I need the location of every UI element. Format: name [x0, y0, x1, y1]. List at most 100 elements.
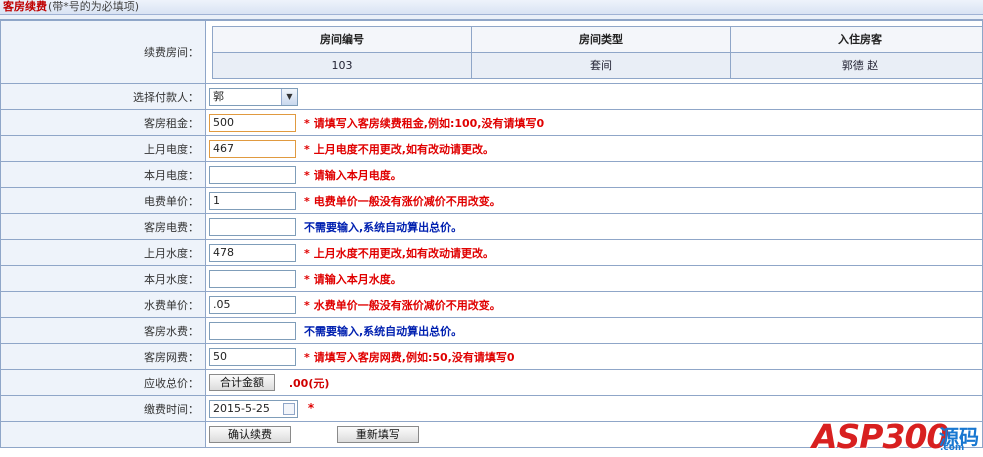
field-input[interactable] — [209, 217, 296, 236]
field-row: 客房电费： 不需要输入,系统自动算出总价。 — [0, 213, 983, 240]
field-hint: 不需要输入,系统自动算出总价。 — [304, 323, 462, 339]
calendar-icon[interactable] — [283, 402, 295, 415]
field-cell: 500 * 请填写入客房续费租金,例如:100,没有请填写0 — [205, 109, 983, 136]
date-label: 缴费时间： — [0, 395, 206, 422]
field-hint-text: 请填写入客房续费租金,例如:100,没有请填写0 — [313, 116, 545, 130]
total-cell: 合计金额 .00(元) — [205, 369, 983, 396]
watermark-domain: .com — [940, 443, 965, 453]
renewal-form: 续费房间： 房间编号 房间类型 入住房客 103 套间 郭德 赵 选择付款人： … — [0, 20, 983, 448]
total-amount: .00(元) — [288, 376, 330, 390]
field-row: 本月水度： * 请输入本月水度。 — [0, 265, 983, 292]
field-row: 电费单价： 1 * 电费单价一般没有涨价减价不用改变。 — [0, 187, 983, 214]
room-table-header: 房间编号 房间类型 入住房客 — [212, 25, 983, 53]
field-cell: 不需要输入,系统自动算出总价。 — [205, 213, 983, 240]
field-label: 水费单价： — [0, 291, 206, 318]
field-label: 客房电费： — [0, 213, 206, 240]
field-hint-text: 水费单价一般没有涨价减价不用改变。 — [313, 298, 501, 312]
field-row: 水费单价： .05 * 水费单价一般没有涨价减价不用改变。 — [0, 291, 983, 318]
field-input[interactable] — [209, 321, 296, 340]
payer-select[interactable]: 郭 ▼ — [209, 87, 298, 106]
field-row: 上月水度： 478 * 上月水度不用更改,如有改动请更改。 — [0, 239, 983, 266]
room-number: 103 — [212, 51, 472, 79]
confirm-renewal-button[interactable]: 确认续费 — [209, 426, 291, 443]
reset-form-button[interactable]: 重新填写 — [336, 426, 419, 443]
room-cell: 房间编号 房间类型 入住房客 103 套间 郭德 赵 — [205, 20, 983, 84]
field-label: 电费单价： — [0, 187, 206, 214]
payment-date-value: 2015-5-25 — [213, 401, 270, 415]
field-hint: * 请输入本月水度。 — [304, 271, 402, 287]
field-input[interactable]: 467 — [209, 139, 296, 158]
field-input[interactable] — [209, 165, 296, 184]
field-row: 客房网费： 50 * 请填写入客房网费,例如:50,没有请填写0 — [0, 343, 983, 370]
watermark-brand: ASP300 — [812, 417, 949, 456]
field-hint: 不需要输入,系统自动算出总价。 — [304, 219, 462, 235]
field-input[interactable]: 500 — [209, 113, 296, 132]
room-col-type: 房间类型 — [471, 25, 731, 53]
room-col-guest: 入住房客 — [730, 25, 983, 53]
form-title-bar: 客房续费 (带*号的为必填项) — [0, 0, 983, 15]
field-hint-text: 请填写入客房网费,例如:50,没有请填写0 — [313, 350, 515, 364]
form-required-note: (带*号的为必填项) — [48, 0, 140, 13]
form-title: 客房续费 — [3, 0, 47, 13]
field-row: 上月电度： 467 * 上月电度不用更改,如有改动请更改。 — [0, 135, 983, 162]
asp300-watermark-logo: ASP300 源码 .com — [812, 403, 983, 457]
payment-date-input[interactable]: 2015-5-25 — [209, 399, 298, 418]
field-cell: .05 * 水费单价一般没有涨价减价不用改变。 — [205, 291, 983, 318]
total-label: 应收总价： — [0, 369, 206, 396]
required-star: * — [307, 401, 315, 415]
field-cell: * 请输入本月电度。 — [205, 161, 983, 188]
field-cell: 50 * 请填写入客房网费,例如:50,没有请填写0 — [205, 343, 983, 370]
room-table-row: 103 套间 郭德 赵 — [212, 51, 983, 79]
required-star: * — [304, 116, 310, 130]
field-hint: * 上月水度不用更改,如有改动请更改。 — [304, 245, 494, 261]
field-hint: * 请填写入客房续费租金,例如:100,没有请填写0 — [304, 115, 544, 131]
room-type: 套间 — [471, 51, 731, 79]
field-hint: * 电费单价一般没有涨价减价不用改变。 — [304, 193, 501, 209]
field-label: 本月水度： — [0, 265, 206, 292]
field-label: 本月电度： — [0, 161, 206, 188]
field-input[interactable]: .05 — [209, 295, 296, 314]
required-star: * — [304, 246, 310, 260]
field-row: 本月电度： * 请输入本月电度。 — [0, 161, 983, 188]
field-hint-text: 电费单价一般没有涨价减价不用改变。 — [313, 194, 501, 208]
field-label: 上月水度： — [0, 239, 206, 266]
field-hint-text: 不需要输入,系统自动算出总价。 — [304, 220, 463, 234]
field-row: 客房租金： 500 * 请填写入客房续费租金,例如:100,没有请填写0 — [0, 109, 983, 136]
field-label: 客房网费： — [0, 343, 206, 370]
required-star: * — [304, 272, 310, 286]
field-cell: 467 * 上月电度不用更改,如有改动请更改。 — [205, 135, 983, 162]
field-hint: * 上月电度不用更改,如有改动请更改。 — [304, 141, 494, 157]
actions-label-cell — [0, 421, 206, 448]
required-star: * — [304, 298, 310, 312]
field-label: 上月电度： — [0, 135, 206, 162]
field-hint: * 请输入本月电度。 — [304, 167, 402, 183]
required-star: * — [304, 350, 310, 364]
room-table: 房间编号 房间类型 入住房客 103 套间 郭德 赵 — [212, 25, 983, 79]
field-cell: 1 * 电费单价一般没有涨价减价不用改变。 — [205, 187, 983, 214]
field-hint: * 水费单价一般没有涨价减价不用改变。 — [304, 297, 501, 313]
payer-select-value: 郭 — [213, 89, 224, 103]
field-hint-text: 上月电度不用更改,如有改动请更改。 — [313, 142, 494, 156]
field-hint-text: 上月水度不用更改,如有改动请更改。 — [313, 246, 494, 260]
room-col-number: 房间编号 — [212, 25, 472, 53]
field-input[interactable]: 50 — [209, 347, 296, 366]
field-hint-text: 请输入本月水度。 — [313, 272, 402, 286]
payer-label: 选择付款人： — [0, 83, 206, 110]
field-input[interactable]: 478 — [209, 243, 296, 262]
payer-cell: 郭 ▼ — [205, 83, 983, 110]
field-cell: 478 * 上月水度不用更改,如有改动请更改。 — [205, 239, 983, 266]
field-label: 客房租金： — [0, 109, 206, 136]
room-guest: 郭德 赵 — [730, 51, 983, 79]
field-cell: * 请输入本月水度。 — [205, 265, 983, 292]
field-hint-text: 请输入本月电度。 — [313, 168, 402, 182]
chevron-down-icon[interactable]: ▼ — [281, 88, 297, 105]
field-input[interactable] — [209, 269, 296, 288]
room-label: 续费房间： — [0, 20, 206, 84]
field-input[interactable]: 1 — [209, 191, 296, 210]
field-row: 客房水费： 不需要输入,系统自动算出总价。 — [0, 317, 983, 344]
calculate-total-button[interactable]: 合计金额 — [209, 374, 275, 391]
required-star: * — [304, 194, 310, 208]
field-label: 客房水费： — [0, 317, 206, 344]
required-star: * — [304, 168, 310, 182]
field-cell: 不需要输入,系统自动算出总价。 — [205, 317, 983, 344]
